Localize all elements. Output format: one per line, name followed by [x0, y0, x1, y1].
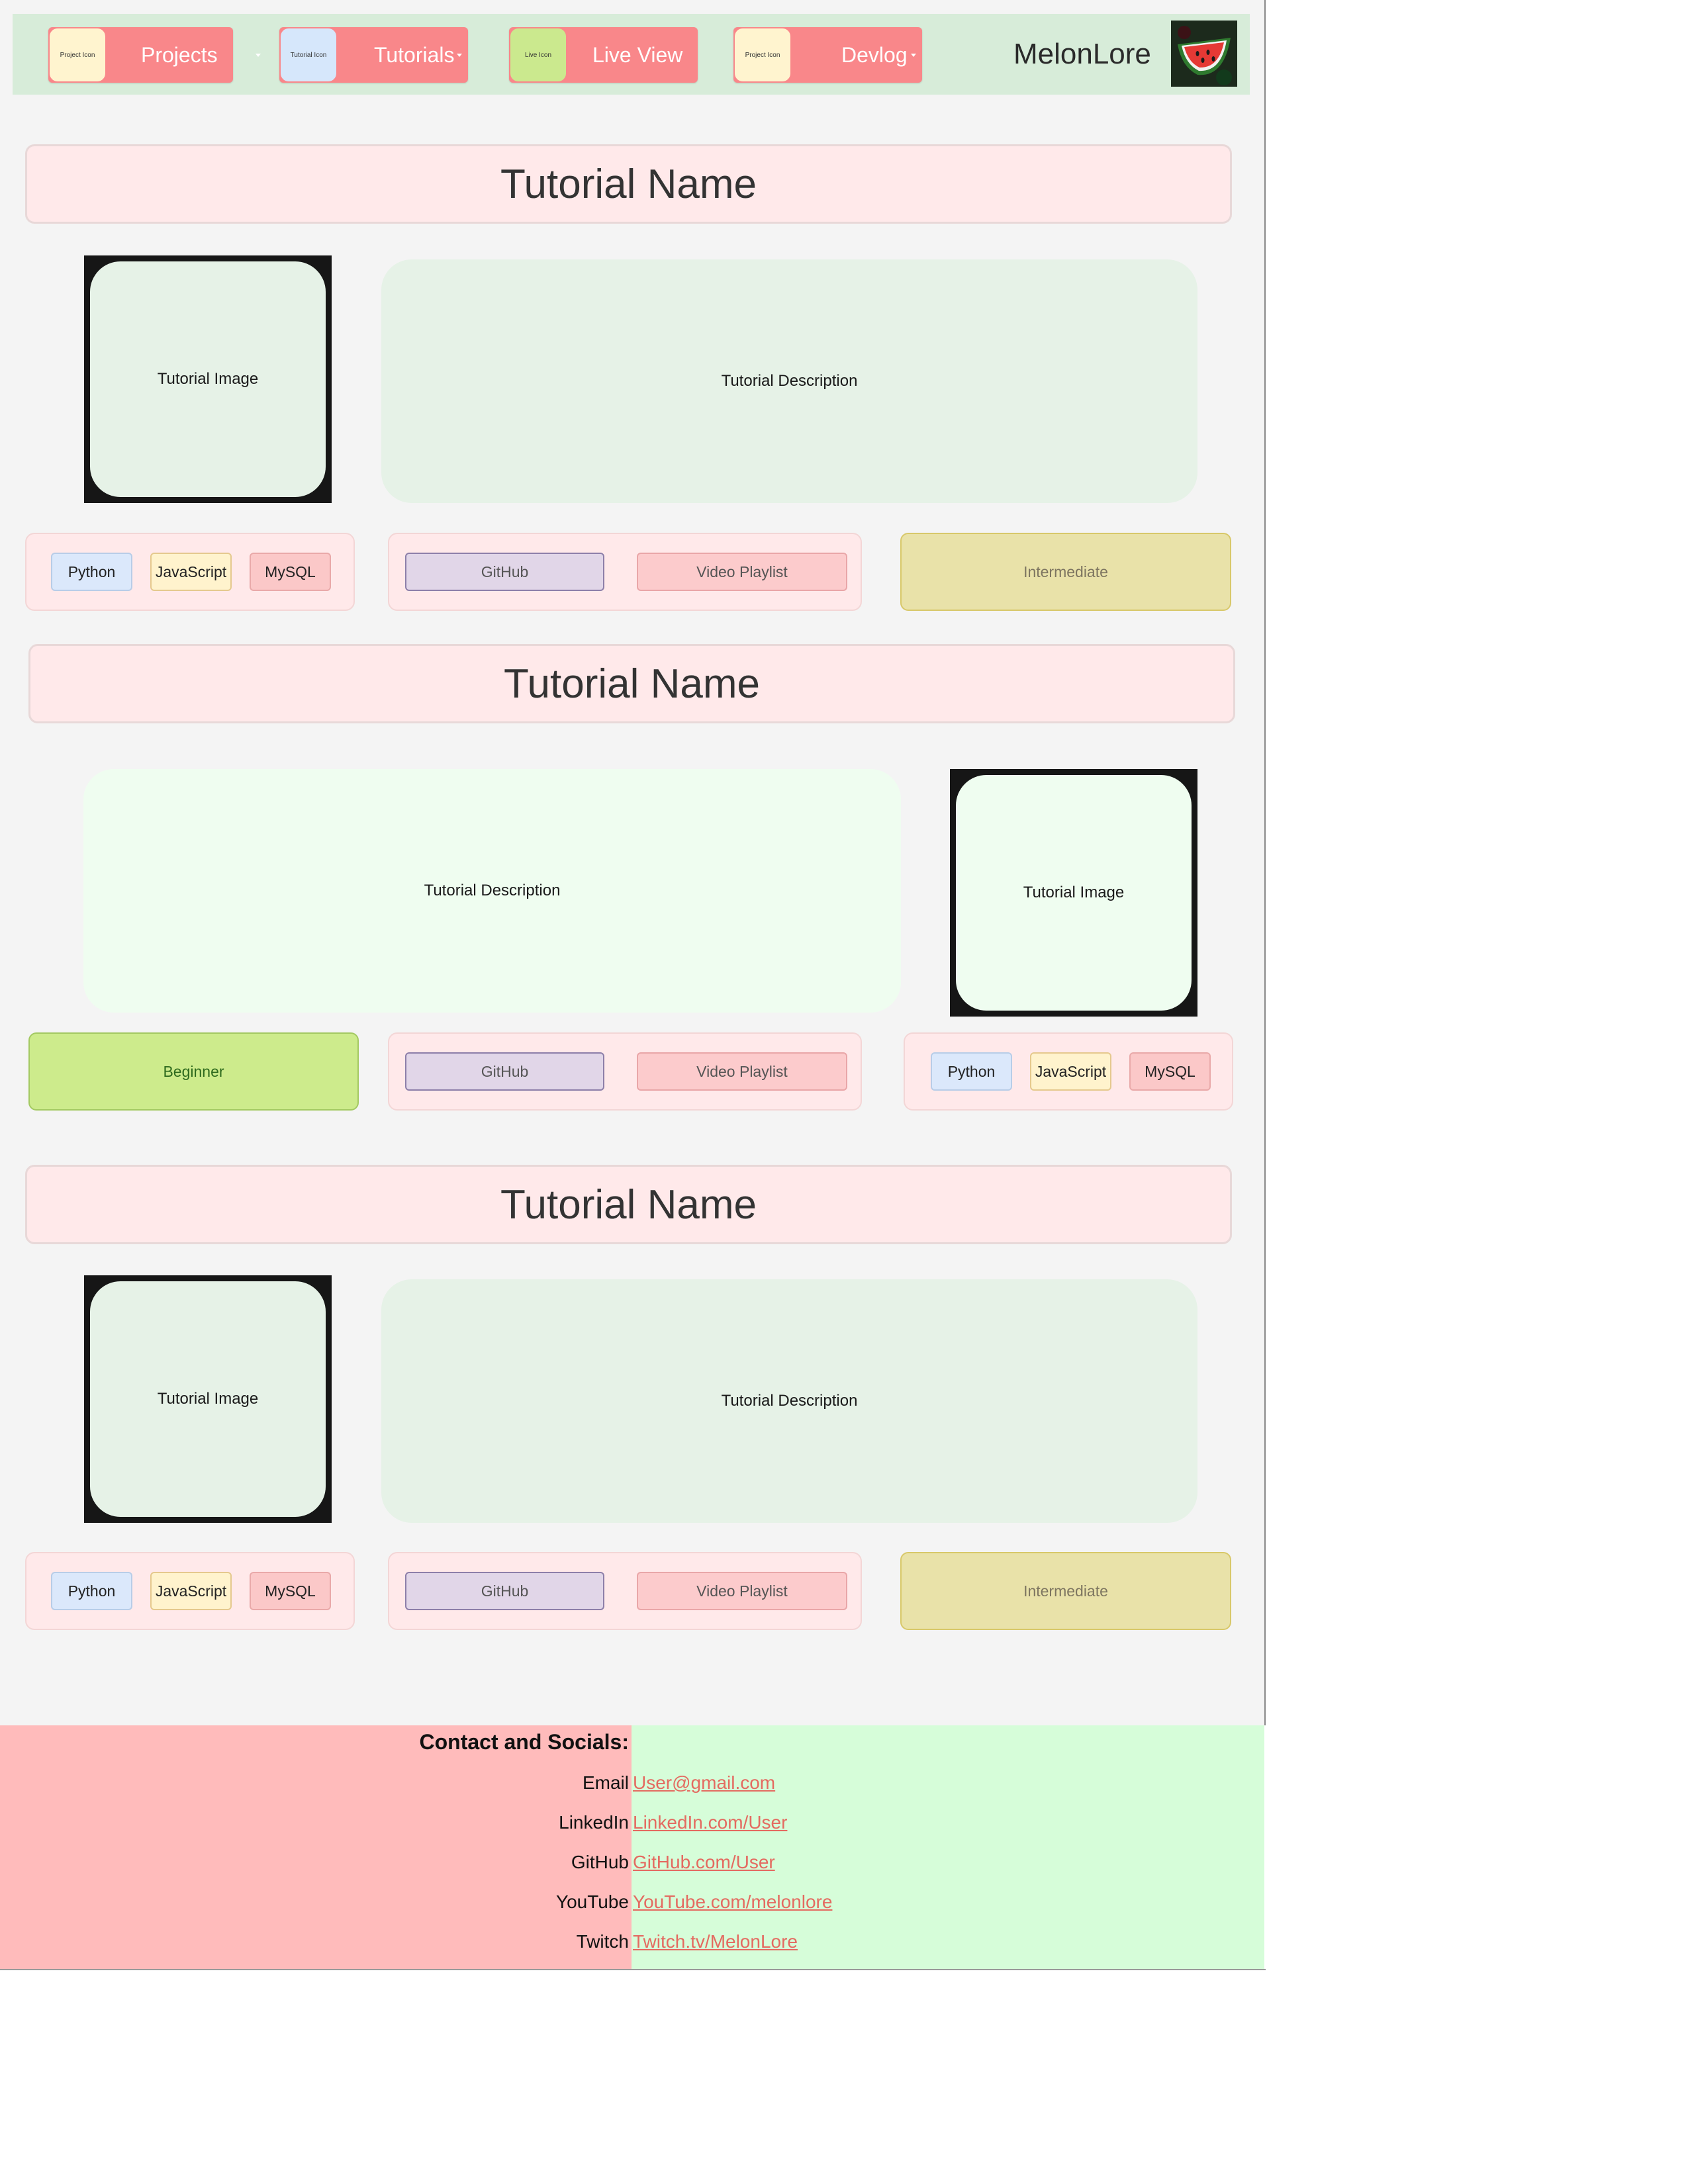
- nav-live-view-button[interactable]: Live Icon Live View: [509, 27, 698, 83]
- brand-name: MelonLore: [1013, 38, 1151, 70]
- tutorial-image-frame: Tutorial Image: [84, 1275, 332, 1523]
- tag-javascript[interactable]: JavaScript: [150, 1572, 232, 1610]
- link-group: GitHub Video Playlist: [388, 1032, 862, 1111]
- contact-link-twitch[interactable]: Twitch.tv/MelonLore: [633, 1931, 798, 1952]
- tag-python[interactable]: Python: [51, 1572, 132, 1610]
- tutorial-icon: Tutorial Icon: [281, 28, 336, 81]
- difficulty-badge: Intermediate: [900, 533, 1231, 611]
- contact-label-github: GitHub: [571, 1852, 629, 1872]
- tutorial-image-frame: Tutorial Image: [950, 769, 1197, 1017]
- contact-link-youtube[interactable]: YouTube.com/melonlore: [633, 1891, 832, 1913]
- tutorial-description: Tutorial Description: [83, 769, 901, 1013]
- contact-label-linkedin: LinkedIn: [559, 1812, 629, 1833]
- tag-group: Python JavaScript MySQL: [25, 1552, 355, 1630]
- tutorial-image-frame: Tutorial Image: [84, 255, 332, 503]
- github-button[interactable]: GitHub: [405, 553, 604, 591]
- tutorial-title: Tutorial Name: [28, 644, 1235, 723]
- nav-devlog-button[interactable]: Project Icon Devlog: [733, 27, 922, 83]
- difficulty-badge: Beginner: [28, 1032, 359, 1111]
- chevron-down-icon: [911, 54, 916, 57]
- nav-devlog-label: Devlog: [841, 43, 908, 67]
- tag-javascript[interactable]: JavaScript: [150, 553, 232, 591]
- contact-link-linkedin[interactable]: LinkedIn.com/User: [633, 1812, 787, 1833]
- video-playlist-button[interactable]: Video Playlist: [637, 1052, 847, 1091]
- chevron-down-icon: [457, 54, 462, 57]
- tag-python[interactable]: Python: [931, 1052, 1012, 1091]
- github-button[interactable]: GitHub: [405, 1572, 604, 1610]
- tag-group: Python JavaScript MySQL: [25, 533, 355, 611]
- contact-label-twitch: Twitch: [576, 1931, 629, 1952]
- tag-group: Python JavaScript MySQL: [904, 1032, 1233, 1111]
- project-icon: Project Icon: [735, 28, 790, 81]
- tag-javascript[interactable]: JavaScript: [1030, 1052, 1111, 1091]
- footer-heading: Contact and Socials:: [419, 1730, 630, 1754]
- chevron-down-icon: [256, 54, 261, 57]
- watermelon-logo-icon[interactable]: [1171, 21, 1237, 87]
- nav-tutorials-button[interactable]: Tutorial Icon Tutorials: [279, 27, 468, 83]
- top-navigation-bar: Project Icon Projects Tutorial Icon Tuto…: [13, 14, 1250, 95]
- tutorial-description: Tutorial Description: [381, 1279, 1197, 1523]
- tutorial-image: Tutorial Image: [956, 775, 1192, 1011]
- link-group: GitHub Video Playlist: [388, 1552, 862, 1630]
- link-group: GitHub Video Playlist: [388, 533, 862, 611]
- contact-link-email[interactable]: User@gmail.com: [633, 1772, 775, 1794]
- footer-left-panel: [0, 1725, 632, 1969]
- video-playlist-button[interactable]: Video Playlist: [637, 553, 847, 591]
- live-icon: Live Icon: [510, 28, 566, 81]
- footer-divider: [0, 1969, 1266, 1970]
- tag-python[interactable]: Python: [51, 553, 132, 591]
- tag-mysql[interactable]: MySQL: [250, 1572, 331, 1610]
- tutorial-title: Tutorial Name: [25, 1165, 1232, 1244]
- tag-mysql[interactable]: MySQL: [1129, 1052, 1211, 1091]
- tutorial-description: Tutorial Description: [381, 259, 1197, 503]
- contact-label-email: Email: [582, 1772, 629, 1793]
- difficulty-badge: Intermediate: [900, 1552, 1231, 1630]
- nav-projects-button[interactable]: Project Icon Projects: [48, 27, 261, 83]
- video-playlist-button[interactable]: Video Playlist: [637, 1572, 847, 1610]
- nav-live-view-label: Live View: [592, 43, 683, 67]
- tutorial-image: Tutorial Image: [90, 1281, 326, 1517]
- tag-mysql[interactable]: MySQL: [250, 553, 331, 591]
- contact-link-github[interactable]: GitHub.com/User: [633, 1852, 775, 1873]
- nav-tutorials-label: Tutorials: [374, 43, 455, 67]
- nav-projects-label: Projects: [141, 43, 218, 67]
- github-button[interactable]: GitHub: [405, 1052, 604, 1091]
- project-icon: Project Icon: [50, 28, 105, 81]
- tutorial-title: Tutorial Name: [25, 144, 1232, 224]
- tutorial-image: Tutorial Image: [90, 261, 326, 497]
- contact-label-youtube: YouTube: [555, 1891, 629, 1912]
